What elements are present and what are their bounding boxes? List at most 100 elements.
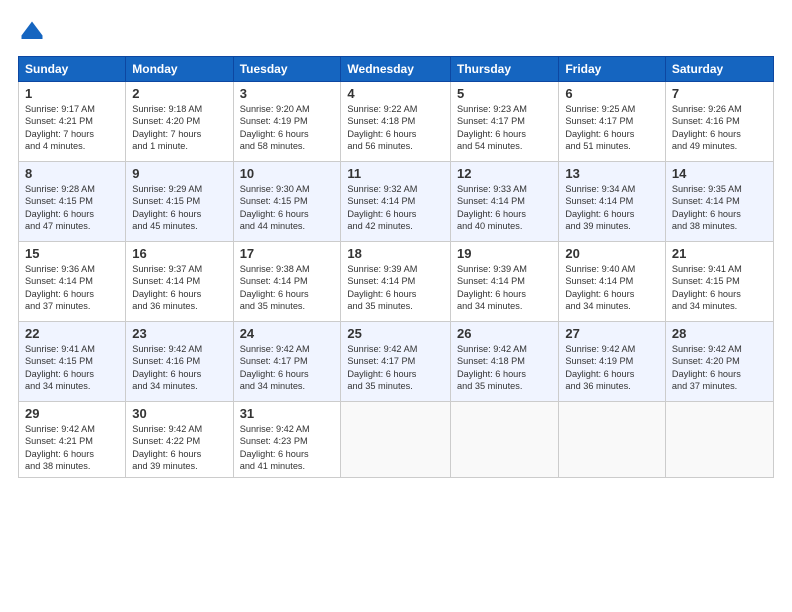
day-number: 11 bbox=[347, 166, 444, 181]
day-number: 3 bbox=[240, 86, 335, 101]
day-info: Sunrise: 9:38 AM Sunset: 4:14 PM Dayligh… bbox=[240, 263, 335, 313]
day-number: 10 bbox=[240, 166, 335, 181]
day-info: Sunrise: 9:42 AM Sunset: 4:19 PM Dayligh… bbox=[565, 343, 659, 393]
calendar-cell: 29 Sunrise: 9:42 AM Sunset: 4:21 PM Dayli… bbox=[19, 402, 126, 478]
day-number: 21 bbox=[672, 246, 767, 261]
col-header-sunday: Sunday bbox=[19, 57, 126, 82]
calendar-cell: 8 Sunrise: 9:28 AM Sunset: 4:15 PM Daylig… bbox=[19, 162, 126, 242]
day-info: Sunrise: 9:26 AM Sunset: 4:16 PM Dayligh… bbox=[672, 103, 767, 153]
day-number: 29 bbox=[25, 406, 119, 421]
calendar-cell: 21 Sunrise: 9:41 AM Sunset: 4:15 PM Dayli… bbox=[665, 242, 773, 322]
day-number: 19 bbox=[457, 246, 552, 261]
day-number: 12 bbox=[457, 166, 552, 181]
day-number: 18 bbox=[347, 246, 444, 261]
calendar-table: SundayMondayTuesdayWednesdayThursdayFrid… bbox=[18, 56, 774, 478]
day-info: Sunrise: 9:41 AM Sunset: 4:15 PM Dayligh… bbox=[25, 343, 119, 393]
col-header-tuesday: Tuesday bbox=[233, 57, 341, 82]
day-info: Sunrise: 9:17 AM Sunset: 4:21 PM Dayligh… bbox=[25, 103, 119, 153]
calendar-cell bbox=[341, 402, 451, 478]
calendar-cell: 26 Sunrise: 9:42 AM Sunset: 4:18 PM Dayli… bbox=[451, 322, 559, 402]
calendar-cell: 3 Sunrise: 9:20 AM Sunset: 4:19 PM Daylig… bbox=[233, 82, 341, 162]
day-info: Sunrise: 9:42 AM Sunset: 4:17 PM Dayligh… bbox=[347, 343, 444, 393]
day-info: Sunrise: 9:29 AM Sunset: 4:15 PM Dayligh… bbox=[132, 183, 226, 233]
calendar-cell: 15Sunrise: 9:36 AM Sunset: 4:14 PM Dayli… bbox=[19, 242, 126, 322]
calendar-week-row: 15Sunrise: 9:36 AM Sunset: 4:14 PM Dayli… bbox=[19, 242, 774, 322]
day-info: Sunrise: 9:25 AM Sunset: 4:17 PM Dayligh… bbox=[565, 103, 659, 153]
day-info: Sunrise: 9:20 AM Sunset: 4:19 PM Dayligh… bbox=[240, 103, 335, 153]
day-number: 4 bbox=[347, 86, 444, 101]
calendar-cell: 19 Sunrise: 9:39 AM Sunset: 4:14 PM Dayli… bbox=[451, 242, 559, 322]
logo bbox=[18, 18, 50, 46]
day-number: 5 bbox=[457, 86, 552, 101]
calendar-cell: 22 Sunrise: 9:41 AM Sunset: 4:15 PM Dayli… bbox=[19, 322, 126, 402]
calendar-header-row: SundayMondayTuesdayWednesdayThursdayFrid… bbox=[19, 57, 774, 82]
day-info: Sunrise: 9:41 AM Sunset: 4:15 PM Dayligh… bbox=[672, 263, 767, 313]
day-number: 28 bbox=[672, 326, 767, 341]
day-info: Sunrise: 9:39 AM Sunset: 4:14 PM Dayligh… bbox=[347, 263, 444, 313]
day-info: Sunrise: 9:42 AM Sunset: 4:23 PM Dayligh… bbox=[240, 423, 335, 473]
col-header-monday: Monday bbox=[126, 57, 233, 82]
day-number: 22 bbox=[25, 326, 119, 341]
calendar-cell: 28 Sunrise: 9:42 AM Sunset: 4:20 PM Dayli… bbox=[665, 322, 773, 402]
calendar-cell: 24Sunrise: 9:42 AM Sunset: 4:17 PM Dayli… bbox=[233, 322, 341, 402]
calendar-cell: 23 Sunrise: 9:42 AM Sunset: 4:16 PM Dayli… bbox=[126, 322, 233, 402]
col-header-saturday: Saturday bbox=[665, 57, 773, 82]
calendar-cell bbox=[665, 402, 773, 478]
calendar-cell bbox=[451, 402, 559, 478]
day-info: Sunrise: 9:35 AM Sunset: 4:14 PM Dayligh… bbox=[672, 183, 767, 233]
day-number: 6 bbox=[565, 86, 659, 101]
day-number: 2 bbox=[132, 86, 226, 101]
day-info: Sunrise: 9:30 AM Sunset: 4:15 PM Dayligh… bbox=[240, 183, 335, 233]
col-header-friday: Friday bbox=[559, 57, 666, 82]
day-number: 24 bbox=[240, 326, 335, 341]
col-header-wednesday: Wednesday bbox=[341, 57, 451, 82]
calendar-cell: 18 Sunrise: 9:39 AM Sunset: 4:14 PM Dayli… bbox=[341, 242, 451, 322]
calendar-cell: 14 Sunrise: 9:35 AM Sunset: 4:14 PM Dayli… bbox=[665, 162, 773, 242]
calendar-cell: 6 Sunrise: 9:25 AM Sunset: 4:17 PM Daylig… bbox=[559, 82, 666, 162]
day-info: Sunrise: 9:34 AM Sunset: 4:14 PM Dayligh… bbox=[565, 183, 659, 233]
calendar-cell: 11 Sunrise: 9:32 AM Sunset: 4:14 PM Dayli… bbox=[341, 162, 451, 242]
calendar-cell: 4 Sunrise: 9:22 AM Sunset: 4:18 PM Daylig… bbox=[341, 82, 451, 162]
day-info: Sunrise: 9:33 AM Sunset: 4:14 PM Dayligh… bbox=[457, 183, 552, 233]
calendar-cell: 2 Sunrise: 9:18 AM Sunset: 4:20 PM Daylig… bbox=[126, 82, 233, 162]
calendar-cell: 12 Sunrise: 9:33 AM Sunset: 4:14 PM Dayli… bbox=[451, 162, 559, 242]
calendar-week-row: 22 Sunrise: 9:41 AM Sunset: 4:15 PM Dayli… bbox=[19, 322, 774, 402]
day-info: Sunrise: 9:23 AM Sunset: 4:17 PM Dayligh… bbox=[457, 103, 552, 153]
day-number: 23 bbox=[132, 326, 226, 341]
day-number: 20 bbox=[565, 246, 659, 261]
day-number: 9 bbox=[132, 166, 226, 181]
day-number: 27 bbox=[565, 326, 659, 341]
calendar-week-row: 29 Sunrise: 9:42 AM Sunset: 4:21 PM Dayli… bbox=[19, 402, 774, 478]
calendar-cell: 25Sunrise: 9:42 AM Sunset: 4:17 PM Dayli… bbox=[341, 322, 451, 402]
calendar-cell: 27 Sunrise: 9:42 AM Sunset: 4:19 PM Dayli… bbox=[559, 322, 666, 402]
day-number: 31 bbox=[240, 406, 335, 421]
day-info: Sunrise: 9:22 AM Sunset: 4:18 PM Dayligh… bbox=[347, 103, 444, 153]
day-number: 13 bbox=[565, 166, 659, 181]
page: SundayMondayTuesdayWednesdayThursdayFrid… bbox=[0, 0, 792, 612]
calendar-cell: 20 Sunrise: 9:40 AM Sunset: 4:14 PM Dayli… bbox=[559, 242, 666, 322]
calendar-cell: 1 Sunrise: 9:17 AM Sunset: 4:21 PM Daylig… bbox=[19, 82, 126, 162]
day-info: Sunrise: 9:42 AM Sunset: 4:18 PM Dayligh… bbox=[457, 343, 552, 393]
calendar-week-row: 1 Sunrise: 9:17 AM Sunset: 4:21 PM Daylig… bbox=[19, 82, 774, 162]
calendar-week-row: 8 Sunrise: 9:28 AM Sunset: 4:15 PM Daylig… bbox=[19, 162, 774, 242]
day-number: 26 bbox=[457, 326, 552, 341]
calendar-cell: 17Sunrise: 9:38 AM Sunset: 4:14 PM Dayli… bbox=[233, 242, 341, 322]
calendar-cell: 30Sunrise: 9:42 AM Sunset: 4:22 PM Dayli… bbox=[126, 402, 233, 478]
day-info: Sunrise: 9:37 AM Sunset: 4:14 PM Dayligh… bbox=[132, 263, 226, 313]
day-info: Sunrise: 9:40 AM Sunset: 4:14 PM Dayligh… bbox=[565, 263, 659, 313]
day-info: Sunrise: 9:32 AM Sunset: 4:14 PM Dayligh… bbox=[347, 183, 444, 233]
calendar-cell: 5 Sunrise: 9:23 AM Sunset: 4:17 PM Daylig… bbox=[451, 82, 559, 162]
day-info: Sunrise: 9:42 AM Sunset: 4:16 PM Dayligh… bbox=[132, 343, 226, 393]
day-number: 8 bbox=[25, 166, 119, 181]
day-number: 1 bbox=[25, 86, 119, 101]
calendar-cell: 7Sunrise: 9:26 AM Sunset: 4:16 PM Daylig… bbox=[665, 82, 773, 162]
day-info: Sunrise: 9:42 AM Sunset: 4:21 PM Dayligh… bbox=[25, 423, 119, 473]
day-info: Sunrise: 9:28 AM Sunset: 4:15 PM Dayligh… bbox=[25, 183, 119, 233]
day-info: Sunrise: 9:42 AM Sunset: 4:20 PM Dayligh… bbox=[672, 343, 767, 393]
day-info: Sunrise: 9:39 AM Sunset: 4:14 PM Dayligh… bbox=[457, 263, 552, 313]
day-number: 14 bbox=[672, 166, 767, 181]
calendar-cell: 31 Sunrise: 9:42 AM Sunset: 4:23 PM Dayli… bbox=[233, 402, 341, 478]
calendar-cell: 9 Sunrise: 9:29 AM Sunset: 4:15 PM Daylig… bbox=[126, 162, 233, 242]
day-info: Sunrise: 9:18 AM Sunset: 4:20 PM Dayligh… bbox=[132, 103, 226, 153]
header bbox=[18, 18, 774, 46]
